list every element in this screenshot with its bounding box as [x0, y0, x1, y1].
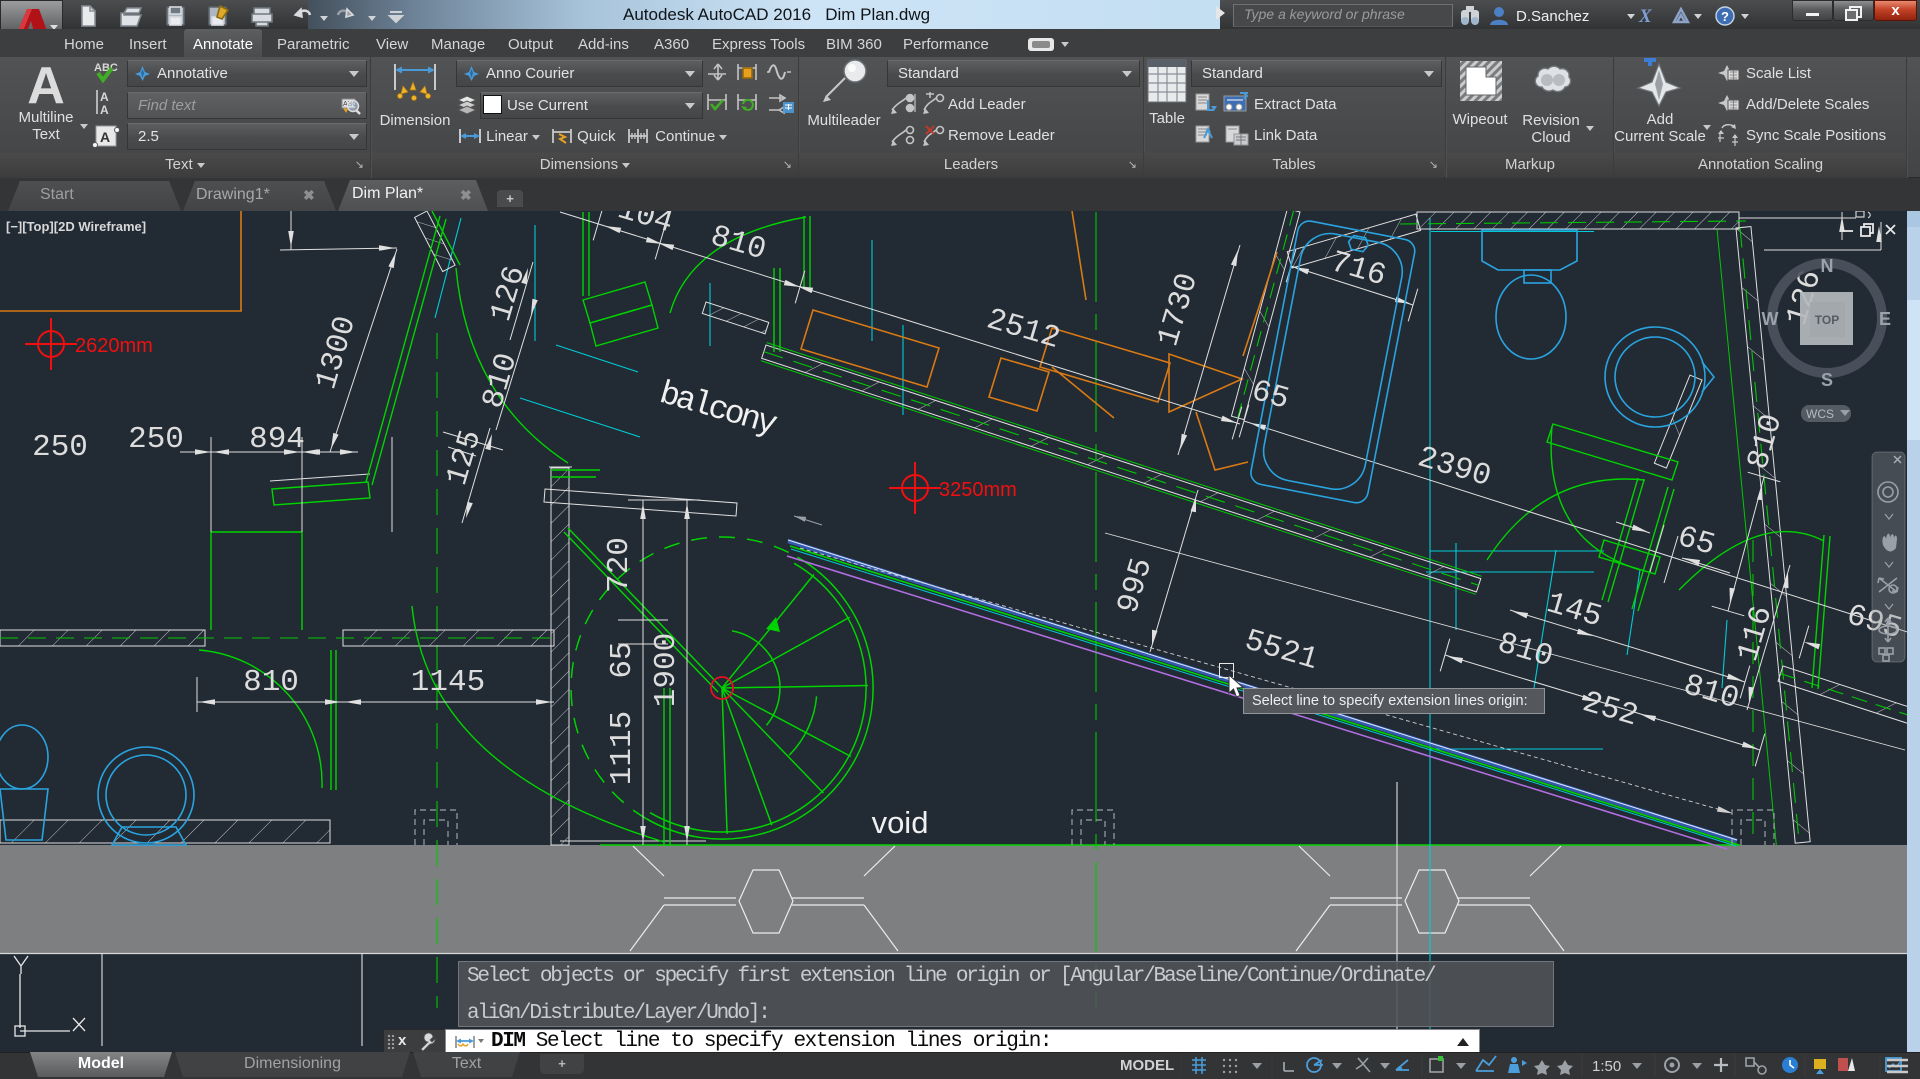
svg-text:65: 65	[605, 641, 640, 678]
svg-text:894: 894	[249, 422, 305, 457]
svg-text:TOP: TOP	[1815, 313, 1839, 327]
svg-text:S: S	[1821, 370, 1833, 390]
svg-text:E: E	[1879, 309, 1891, 329]
svg-text:ABC: ABC	[94, 62, 118, 74]
svg-text:X: X	[1638, 6, 1653, 27]
svg-text:void: void	[872, 805, 929, 840]
svg-text:810: 810	[243, 665, 299, 700]
svg-text:A: A	[100, 103, 109, 117]
svg-text:D.Sanchez: D.Sanchez	[1516, 8, 1589, 25]
svg-text:A: A	[100, 90, 109, 104]
svg-text:250: 250	[128, 422, 184, 457]
svg-text:[−][Top][2D Wireframe]: [−][Top][2D Wireframe]	[6, 219, 146, 234]
svg-text:1:50: 1:50	[1592, 1058, 1621, 1075]
svg-text:1900: 1900	[649, 633, 684, 707]
svg-text:A: A	[100, 129, 110, 145]
svg-text:N: N	[1821, 256, 1834, 276]
svg-text:3250mm: 3250mm	[939, 479, 1017, 501]
svg-text:1145: 1145	[411, 665, 485, 700]
svg-text:?: ?	[1721, 9, 1729, 24]
svg-text:WCS: WCS	[1806, 407, 1834, 421]
svg-text:1115: 1115	[605, 711, 640, 785]
svg-text:2620mm: 2620mm	[75, 335, 153, 357]
svg-text:250: 250	[32, 430, 88, 465]
svg-text:720: 720	[602, 537, 637, 593]
svg-text:W: W	[1762, 309, 1779, 329]
